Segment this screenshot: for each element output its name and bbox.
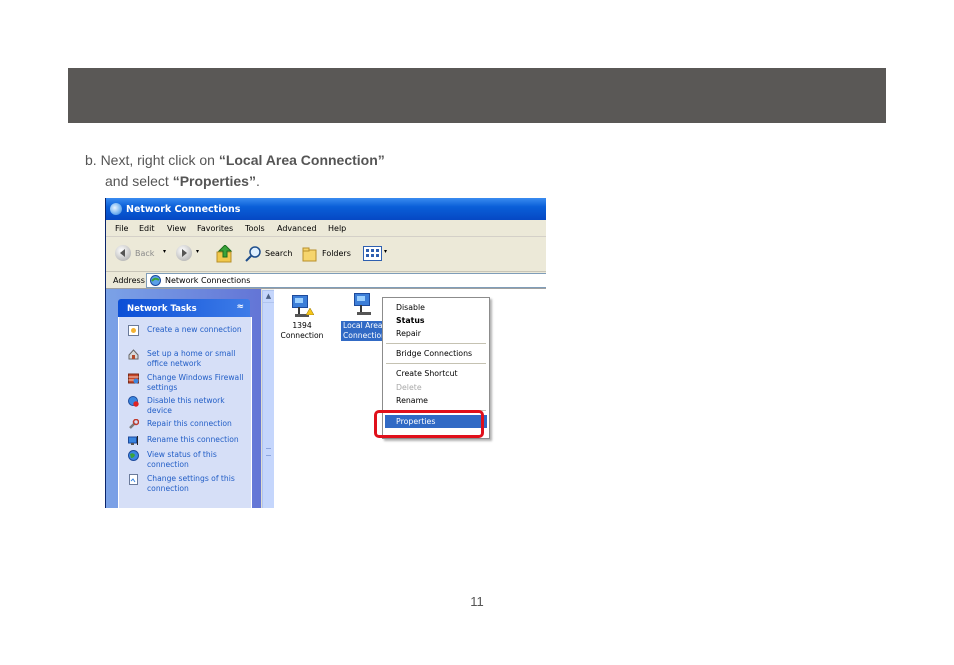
folders-icon: [302, 247, 317, 262]
instruction-suffix: .: [255, 173, 260, 189]
folders-label: Folders: [322, 249, 351, 258]
task-label: Set up a home or small office network: [147, 349, 236, 368]
task-label: Create a new connection: [147, 325, 242, 334]
task-label: Rename this connection: [147, 435, 239, 444]
status-globe-icon: [128, 450, 139, 461]
task-label: View status of this connection: [147, 450, 217, 469]
firewall-icon: [128, 373, 139, 384]
new-connection-icon: [128, 325, 139, 336]
menu-view[interactable]: View: [167, 224, 186, 233]
address-label: Address: [113, 276, 145, 285]
local-area-connection-icon[interactable]: [351, 291, 377, 317]
address-value: Network Connections: [165, 276, 251, 285]
connection-1394-label-line1: 1394: [292, 321, 312, 330]
search-button[interactable]: Search: [244, 245, 296, 263]
properties-highlight-box: [374, 410, 484, 438]
menu-item-create-shortcut[interactable]: Create Shortcut: [396, 369, 458, 378]
network-icon: [110, 203, 122, 215]
views-dropdown-icon[interactable]: ▾: [384, 248, 387, 255]
forward-arrow-icon: [176, 245, 192, 261]
search-icon: [245, 246, 261, 262]
network-tasks-header[interactable]: Network Tasks ≈: [118, 299, 250, 317]
up-folder-icon: [216, 244, 233, 263]
instruction-action: “Properties”: [172, 173, 256, 189]
task-label: Change Windows Firewall settings: [147, 373, 244, 392]
toolbar: Back ▾ ▾ Search Folders ▾: [106, 237, 546, 272]
forward-button[interactable]: ▾: [176, 245, 204, 263]
views-button[interactable]: ▾: [363, 245, 391, 263]
back-label: Back: [135, 249, 155, 258]
views-grid-icon: [363, 246, 382, 261]
menu-bar: File Edit View Favorites Tools Advanced …: [106, 220, 546, 237]
menu-edit[interactable]: Edit: [139, 224, 155, 233]
menu-item-status[interactable]: Status: [396, 316, 425, 325]
address-field[interactable]: Network Connections: [146, 273, 546, 288]
monitor-icon: [292, 295, 308, 308]
disable-device-icon: [128, 396, 139, 407]
instruction-prefix: b. Next, right click on: [85, 152, 219, 168]
local-area-connection-label[interactable]: Local Area Connection: [341, 321, 388, 341]
network-connections-icon: [150, 275, 161, 286]
menu-file[interactable]: File: [115, 224, 128, 233]
connection-1394-label-line2: Connection: [280, 331, 324, 340]
plug-icon: [357, 312, 371, 315]
warning-icon: [306, 308, 314, 315]
instruction-line2-prefix: and select: [105, 173, 173, 189]
collapse-chevron-icon[interactable]: ≈: [236, 302, 244, 312]
connection-1394-label[interactable]: 1394 Connection: [277, 321, 327, 341]
menu-favorites[interactable]: Favorites: [197, 224, 233, 233]
menu-item-rename[interactable]: Rename: [396, 396, 428, 405]
home-network-icon: [128, 349, 139, 360]
task-label: Change settings of this connection: [147, 474, 235, 493]
repair-wrench-icon: [129, 419, 139, 429]
menu-tools[interactable]: Tools: [245, 224, 265, 233]
task-pane-scrollbar[interactable]: ▲: [261, 289, 275, 508]
connection-1394-icon[interactable]: [289, 293, 315, 319]
settings-document-icon: [129, 474, 138, 485]
back-dropdown-icon[interactable]: ▾: [163, 248, 166, 255]
window-title: Network Connections: [126, 204, 241, 215]
scroll-grip: [266, 448, 271, 456]
menu-separator: [386, 363, 486, 364]
address-bar: Address Network Connections: [106, 272, 546, 289]
folders-button[interactable]: Folders: [301, 245, 355, 263]
menu-help[interactable]: Help: [328, 224, 346, 233]
forward-dropdown-icon[interactable]: ▾: [196, 248, 199, 255]
menu-item-disable[interactable]: Disable: [396, 303, 425, 312]
local-area-connection-label-line2: Connection: [341, 331, 388, 341]
search-label: Search: [265, 249, 293, 258]
header-bar: [68, 68, 886, 123]
back-arrow-icon: [115, 245, 131, 261]
task-label: Repair this connection: [147, 419, 232, 428]
menu-separator: [386, 343, 486, 344]
menu-item-repair[interactable]: Repair: [396, 329, 421, 338]
rename-icon: [128, 436, 138, 445]
network-connections-screenshot: Network Connections File Edit View Favor…: [105, 198, 546, 508]
page-number: 11: [470, 594, 484, 609]
menu-item-delete: Delete: [396, 383, 422, 392]
window-titlebar[interactable]: Network Connections: [106, 198, 546, 220]
instruction-target: “Local Area Connection”: [218, 152, 385, 168]
network-tasks-list: Create a new connection Set up a home or…: [118, 317, 252, 508]
monitor-icon: [354, 293, 370, 306]
instruction-text: b. Next, right click on “Local Area Conn…: [85, 150, 385, 192]
menu-item-bridge-connections[interactable]: Bridge Connections: [396, 349, 472, 358]
menu-advanced[interactable]: Advanced: [277, 224, 317, 233]
network-tasks-title: Network Tasks: [127, 304, 197, 314]
local-area-connection-label-line1: Local Area: [341, 321, 385, 331]
task-label: Disable this network device: [147, 396, 225, 415]
task-pane: Network Tasks ≈ Create a new connection …: [106, 289, 261, 508]
back-button[interactable]: Back ▾: [115, 245, 175, 263]
up-folder-button[interactable]: [216, 244, 234, 263]
